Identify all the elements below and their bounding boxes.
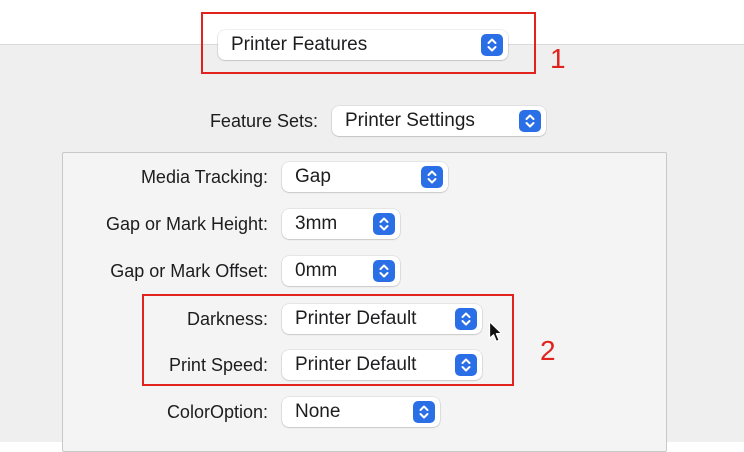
annotation-box-1: [201, 12, 536, 74]
annotation-box-2: [142, 294, 514, 386]
media-tracking-label: Media Tracking:: [140, 167, 268, 187]
gap-mark-offset-label: Gap or Mark Offset:: [110, 261, 268, 281]
gap-mark-offset-popup[interactable]: 0mm: [282, 256, 400, 286]
annotation-number-2: 2: [540, 335, 556, 366]
media-tracking-value: Gap: [295, 166, 331, 187]
gap-mark-offset-value: 0mm: [295, 260, 338, 281]
color-option-label: ColorOption:: [166, 402, 268, 422]
chevron-up-down-icon: [421, 166, 443, 188]
feature-sets-value: Printer Settings: [345, 110, 475, 131]
feature-sets-popup[interactable]: Printer Settings: [332, 106, 546, 136]
chevron-up-down-icon: [413, 401, 435, 423]
chevron-up-down-icon: [373, 213, 395, 235]
color-option-value: None: [295, 401, 341, 422]
annotation-number-1: 1: [550, 43, 566, 74]
chevron-up-down-icon: [373, 260, 395, 282]
gap-mark-height-value: 3mm: [295, 213, 338, 234]
media-tracking-popup[interactable]: Gap: [282, 162, 448, 192]
gap-mark-height-label: Gap or Mark Height:: [105, 214, 268, 234]
mouse-pointer-icon: [488, 320, 504, 349]
chevron-up-down-icon: [519, 110, 541, 132]
feature-sets-label: Feature Sets:: [209, 111, 318, 131]
gap-mark-height-popup[interactable]: 3mm: [282, 209, 400, 239]
color-option-popup[interactable]: None: [282, 397, 440, 427]
